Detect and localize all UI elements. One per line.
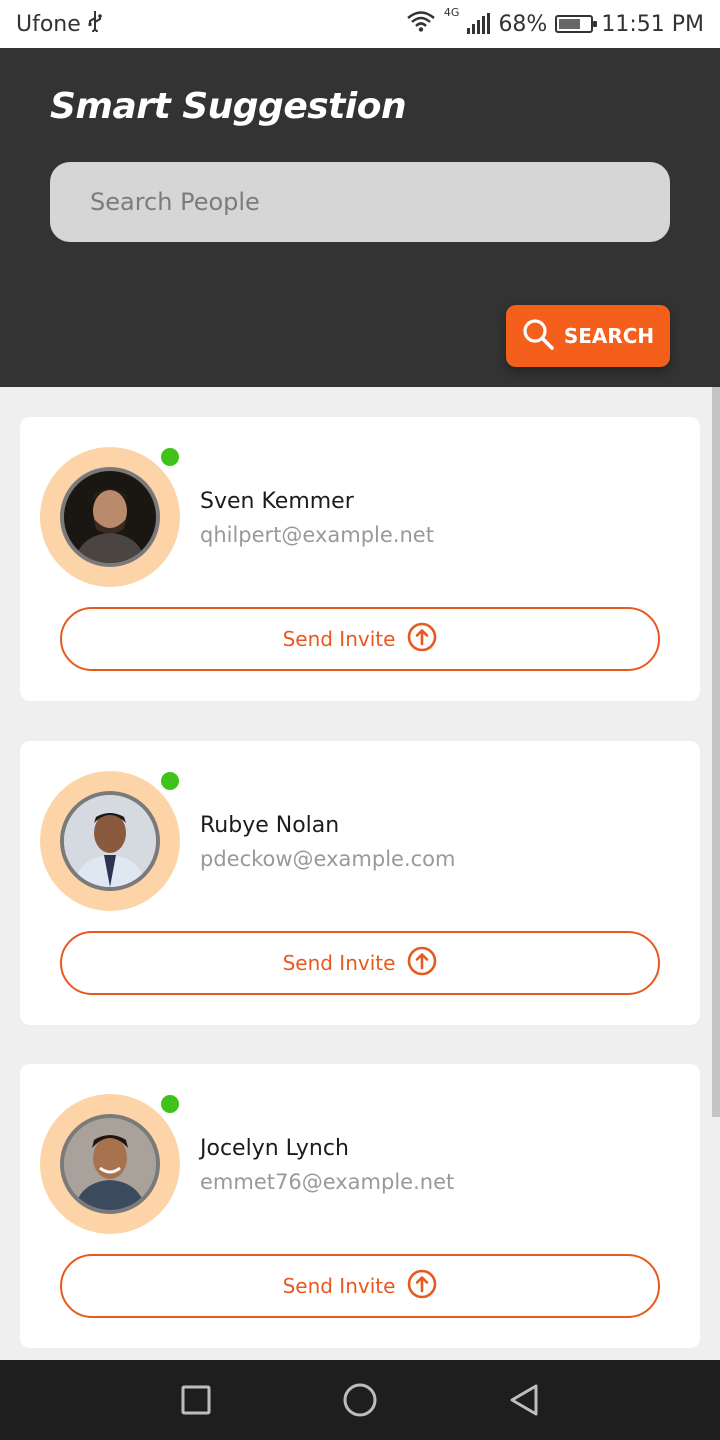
status-left: Ufone: [16, 10, 103, 38]
arrow-up-circle-icon: [407, 946, 437, 981]
clock: 11:51 PM: [601, 11, 704, 37]
search-input[interactable]: [50, 162, 670, 242]
person-card: Sven Kemmer qhilpert@example.net Send In…: [20, 417, 700, 701]
send-invite-label: Send Invite: [282, 951, 396, 975]
avatar-ring: [40, 771, 180, 911]
signal-icon: [467, 13, 491, 34]
avatar-ring: [40, 1094, 180, 1234]
send-invite-button[interactable]: Send Invite: [60, 1254, 660, 1318]
person-email: qhilpert@example.net: [200, 523, 434, 547]
send-invite-button[interactable]: Send Invite: [60, 607, 660, 671]
usb-icon: [87, 10, 103, 38]
search-icon: [522, 318, 554, 355]
avatar[interactable]: [60, 467, 160, 567]
arrow-up-circle-icon: [407, 622, 437, 657]
status-bar: Ufone 4G 68% 11:51 PM: [0, 0, 720, 48]
send-invite-label: Send Invite: [282, 627, 396, 651]
avatar[interactable]: [60, 791, 160, 891]
battery-icon: [555, 15, 598, 33]
online-status-dot: [161, 772, 179, 790]
battery-percent: 68%: [498, 11, 548, 37]
online-status-dot: [161, 448, 179, 466]
avatar[interactable]: [60, 1114, 160, 1214]
person-email: pdeckow@example.com: [200, 847, 456, 871]
people-list[interactable]: Sven Kemmer qhilpert@example.net Send In…: [0, 387, 720, 1360]
person-name: Jocelyn Lynch: [200, 1136, 349, 1161]
avatar-ring: [40, 447, 180, 587]
triangle-back-icon[interactable]: [502, 1378, 546, 1422]
circle-icon[interactable]: [338, 1378, 382, 1422]
person-card: Rubye Nolan pdeckow@example.com Send Inv…: [20, 741, 700, 1025]
arrow-up-circle-icon: [407, 1269, 437, 1304]
send-invite-label: Send Invite: [282, 1274, 396, 1298]
person-card: Jocelyn Lynch emmet76@example.net Send I…: [20, 1064, 700, 1348]
person-name: Rubye Nolan: [200, 813, 340, 838]
person-email: emmet76@example.net: [200, 1170, 455, 1194]
carrier-name: Ufone: [16, 11, 81, 37]
status-right: 4G 68% 11:51 PM: [406, 6, 704, 38]
online-status-dot: [161, 1095, 179, 1113]
search-button[interactable]: SEARCH: [506, 305, 670, 367]
page-title: Smart Suggestion: [50, 86, 407, 127]
send-invite-button[interactable]: Send Invite: [60, 931, 660, 995]
system-nav-bar: [0, 1360, 720, 1440]
header: Smart Suggestion SEARCH: [0, 48, 720, 387]
scrollbar[interactable]: [712, 387, 720, 1117]
square-icon[interactable]: [174, 1378, 218, 1422]
battery-fill: [559, 19, 580, 29]
network-type: 4G: [443, 6, 460, 19]
person-name: Sven Kemmer: [200, 489, 354, 514]
search-button-label: SEARCH: [563, 324, 655, 348]
wifi-icon: [406, 10, 436, 38]
